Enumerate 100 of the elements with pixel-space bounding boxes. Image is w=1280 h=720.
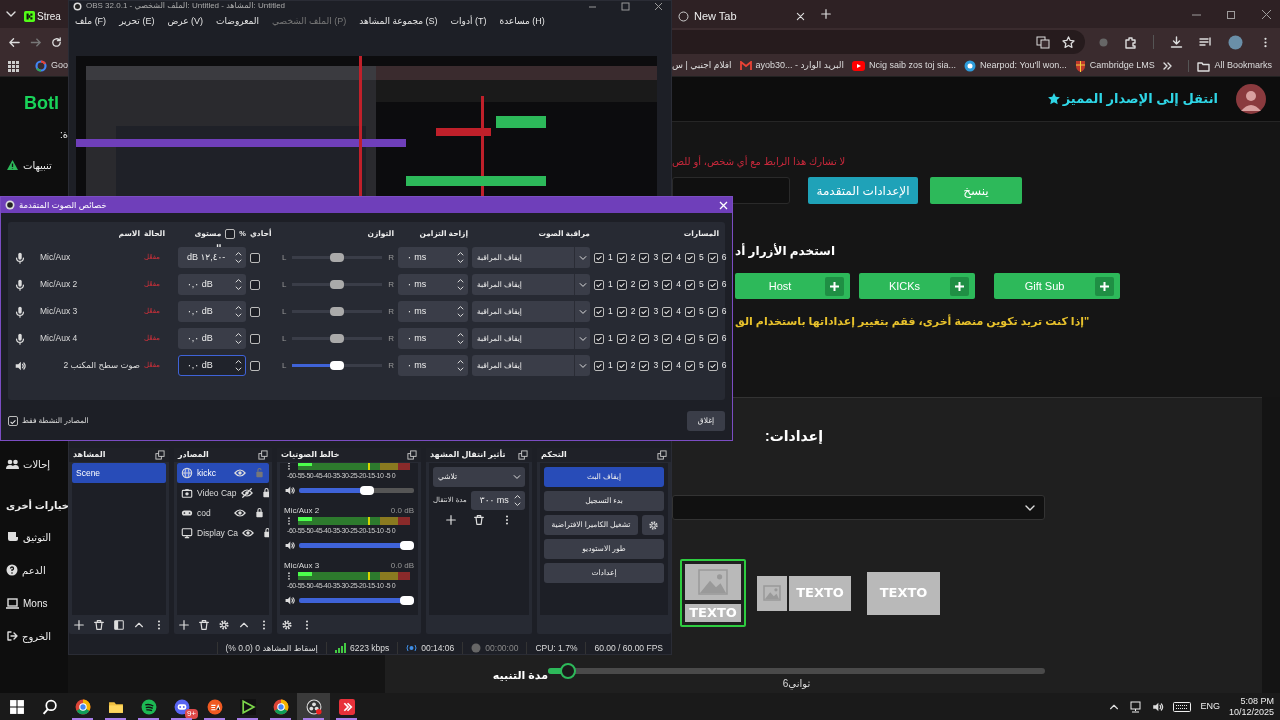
bookmark[interactable]: Ncig saib zos toj sia... bbox=[852, 59, 957, 73]
track-number: 2 bbox=[630, 332, 636, 345]
track-number: 2 bbox=[630, 278, 636, 291]
sync-offset-field[interactable]: ٠ ms bbox=[398, 274, 468, 295]
bookmark[interactable]: ayob30... - البريد الوارد bbox=[739, 59, 844, 73]
warning-text: لا تشارك هذا الرابط مع أي شخص، أو للص bbox=[672, 154, 846, 169]
track-number: 3 bbox=[653, 278, 659, 291]
logo-text: Botl bbox=[24, 93, 60, 113]
balance-left-label: L bbox=[282, 278, 287, 291]
language-indicator[interactable]: ENG bbox=[1200, 699, 1220, 714]
sidebar-item[interactable]: تنبيهات bbox=[6, 158, 68, 172]
dialog-title: خصائص الصوت المتقدمة bbox=[19, 198, 107, 212]
track-number: 5 bbox=[698, 278, 704, 291]
frame-rate: 60.00 / 60.00 FPS bbox=[594, 641, 663, 654]
source-item[interactable]: Video Cap bbox=[177, 483, 269, 503]
track-number: 1 bbox=[608, 359, 613, 372]
panel-title: المشاهد bbox=[73, 449, 106, 461]
track-number: 3 bbox=[653, 251, 659, 264]
track-number: 5 bbox=[698, 305, 704, 318]
track-number: 1 bbox=[608, 332, 613, 345]
source-item[interactable]: kickc bbox=[177, 463, 269, 483]
menu-item[interactable]: أدوات (T) bbox=[450, 15, 487, 29]
volume-field[interactable]: dB ١٢,٤٠- bbox=[178, 247, 246, 268]
track-number: 2 bbox=[630, 251, 636, 264]
window-title: OBS 32.0.1 - الملف الشخصي: Untitled - المشاهد: Untitled bbox=[86, 1, 286, 12]
track-number: 5 bbox=[698, 332, 704, 345]
panel-title: تأثير انتقال المشهد bbox=[430, 449, 506, 461]
stream-time: 00:14:06 bbox=[421, 641, 455, 654]
premium-link[interactable]: انتقل إلى الإصدار المميز bbox=[1046, 89, 1218, 109]
balance-left-label: L bbox=[282, 305, 287, 318]
channel-name: Mic/Aux 2 bbox=[284, 505, 320, 516]
track-number: 6 bbox=[721, 278, 727, 291]
panel-title: التحكم bbox=[541, 449, 567, 461]
clock-date: 10/12/2025 bbox=[1228, 706, 1274, 718]
track-number: 4 bbox=[676, 332, 681, 345]
source-name: Mic/Aux bbox=[40, 251, 72, 264]
track-number: 6 bbox=[721, 305, 727, 318]
balance-left-label: L bbox=[282, 251, 287, 264]
sidebar-item[interactable]: التوثيق bbox=[6, 530, 68, 544]
bookmark-folder[interactable]: All Bookmarks bbox=[1197, 59, 1272, 73]
track-number: 1 bbox=[608, 251, 613, 264]
sidebar-item[interactable]: Mons bbox=[6, 596, 68, 610]
dropped-frames: إسقاط المشاهد 0 (0.0 %) bbox=[225, 641, 318, 654]
source-item[interactable]: Display Ca bbox=[177, 523, 269, 543]
menu-item[interactable]: ملف (F) bbox=[75, 15, 107, 29]
cpu-usage: CPU: 1.7% bbox=[535, 641, 578, 654]
sync-offset-field[interactable]: ٠ ms bbox=[398, 328, 468, 349]
source-item[interactable]: cod bbox=[177, 503, 269, 523]
track-number: 1 bbox=[608, 305, 613, 318]
volume-field[interactable]: ٠,٠ dB bbox=[178, 301, 246, 322]
menu-item[interactable]: تحرير (E) bbox=[119, 15, 155, 29]
source-name: Mic/Aux 3 bbox=[40, 305, 79, 318]
volume-field[interactable]: ٠,٠ dB bbox=[178, 328, 246, 349]
track-number: 6 bbox=[721, 251, 727, 264]
note-text: "إذا كنت تريد تكوين منصة أخرى، فقم بتغيير إعداداتها باستخدام الق bbox=[735, 313, 1090, 330]
bookmark[interactable]: Nearpod: You'll won... bbox=[964, 59, 1067, 73]
menu-item[interactable]: عرض (V) bbox=[167, 15, 204, 29]
source-name: Mic/Aux 2 bbox=[40, 278, 79, 291]
volume-field[interactable]: ٠,٠ dB bbox=[178, 274, 246, 295]
sidebar-item[interactable]: الدعم bbox=[6, 563, 68, 577]
panel-title: خالط الصوتيات bbox=[281, 449, 340, 461]
section-heading: استخدم الأزرار أد bbox=[735, 242, 835, 260]
track-number: 6 bbox=[721, 332, 727, 345]
slider-value: ثواني6 bbox=[782, 678, 811, 690]
track-number: 3 bbox=[653, 332, 659, 345]
track-number: 2 bbox=[630, 305, 636, 318]
menu-item[interactable]: مساعدة (H) bbox=[499, 15, 545, 29]
scene-item[interactable]: Scene bbox=[72, 463, 166, 483]
menu-item[interactable]: المعروضات bbox=[216, 15, 260, 29]
duration-field[interactable]: ٣٠٠ ms bbox=[470, 491, 525, 510]
taskbar-app[interactable]: 9+ bbox=[165, 693, 198, 720]
channel-level: 0.0 dB bbox=[390, 560, 414, 571]
browser-tab[interactable]: Strea bbox=[22, 4, 63, 28]
balance-right-label: R bbox=[388, 305, 394, 318]
menu-item[interactable]: مجموعة المشاهد (S) bbox=[359, 15, 438, 29]
bookmark[interactable]: Cambridge LMS bbox=[1074, 59, 1155, 73]
balance-right-label: R bbox=[388, 251, 394, 264]
bookmark[interactable]: افلام اجنبي | س bbox=[672, 59, 732, 73]
balance-right-label: R bbox=[388, 332, 394, 345]
channel-level: 0.0 dB bbox=[390, 505, 414, 516]
balance-right-label: R bbox=[388, 359, 394, 372]
balance-right-label: R bbox=[388, 278, 394, 291]
track-number: 5 bbox=[698, 359, 704, 372]
sync-offset-field[interactable]: ٠ ms bbox=[398, 355, 468, 376]
sidebar-item[interactable]: :ة bbox=[6, 127, 68, 141]
volume-field[interactable]: ٠,٠ dB bbox=[178, 355, 246, 376]
sync-offset-field[interactable]: ٠ ms bbox=[398, 247, 468, 268]
sidebar-item[interactable]: إحالات bbox=[6, 457, 68, 471]
bookmark[interactable]: Goo bbox=[35, 59, 68, 73]
track-number: 6 bbox=[721, 359, 727, 372]
sidebar-item[interactable]: الخروج bbox=[6, 629, 68, 643]
browser-tab[interactable]: New Tab bbox=[672, 4, 812, 28]
sample-text: TEXTO bbox=[689, 604, 737, 623]
track-number: 1 bbox=[608, 278, 613, 291]
track-number: 3 bbox=[653, 305, 659, 318]
track-number: 4 bbox=[676, 251, 681, 264]
balance-left-label: L bbox=[282, 359, 287, 372]
sample-text: TEXTO bbox=[796, 584, 844, 603]
track-number: 3 bbox=[653, 359, 659, 372]
sync-offset-field[interactable]: ٠ ms bbox=[398, 301, 468, 322]
